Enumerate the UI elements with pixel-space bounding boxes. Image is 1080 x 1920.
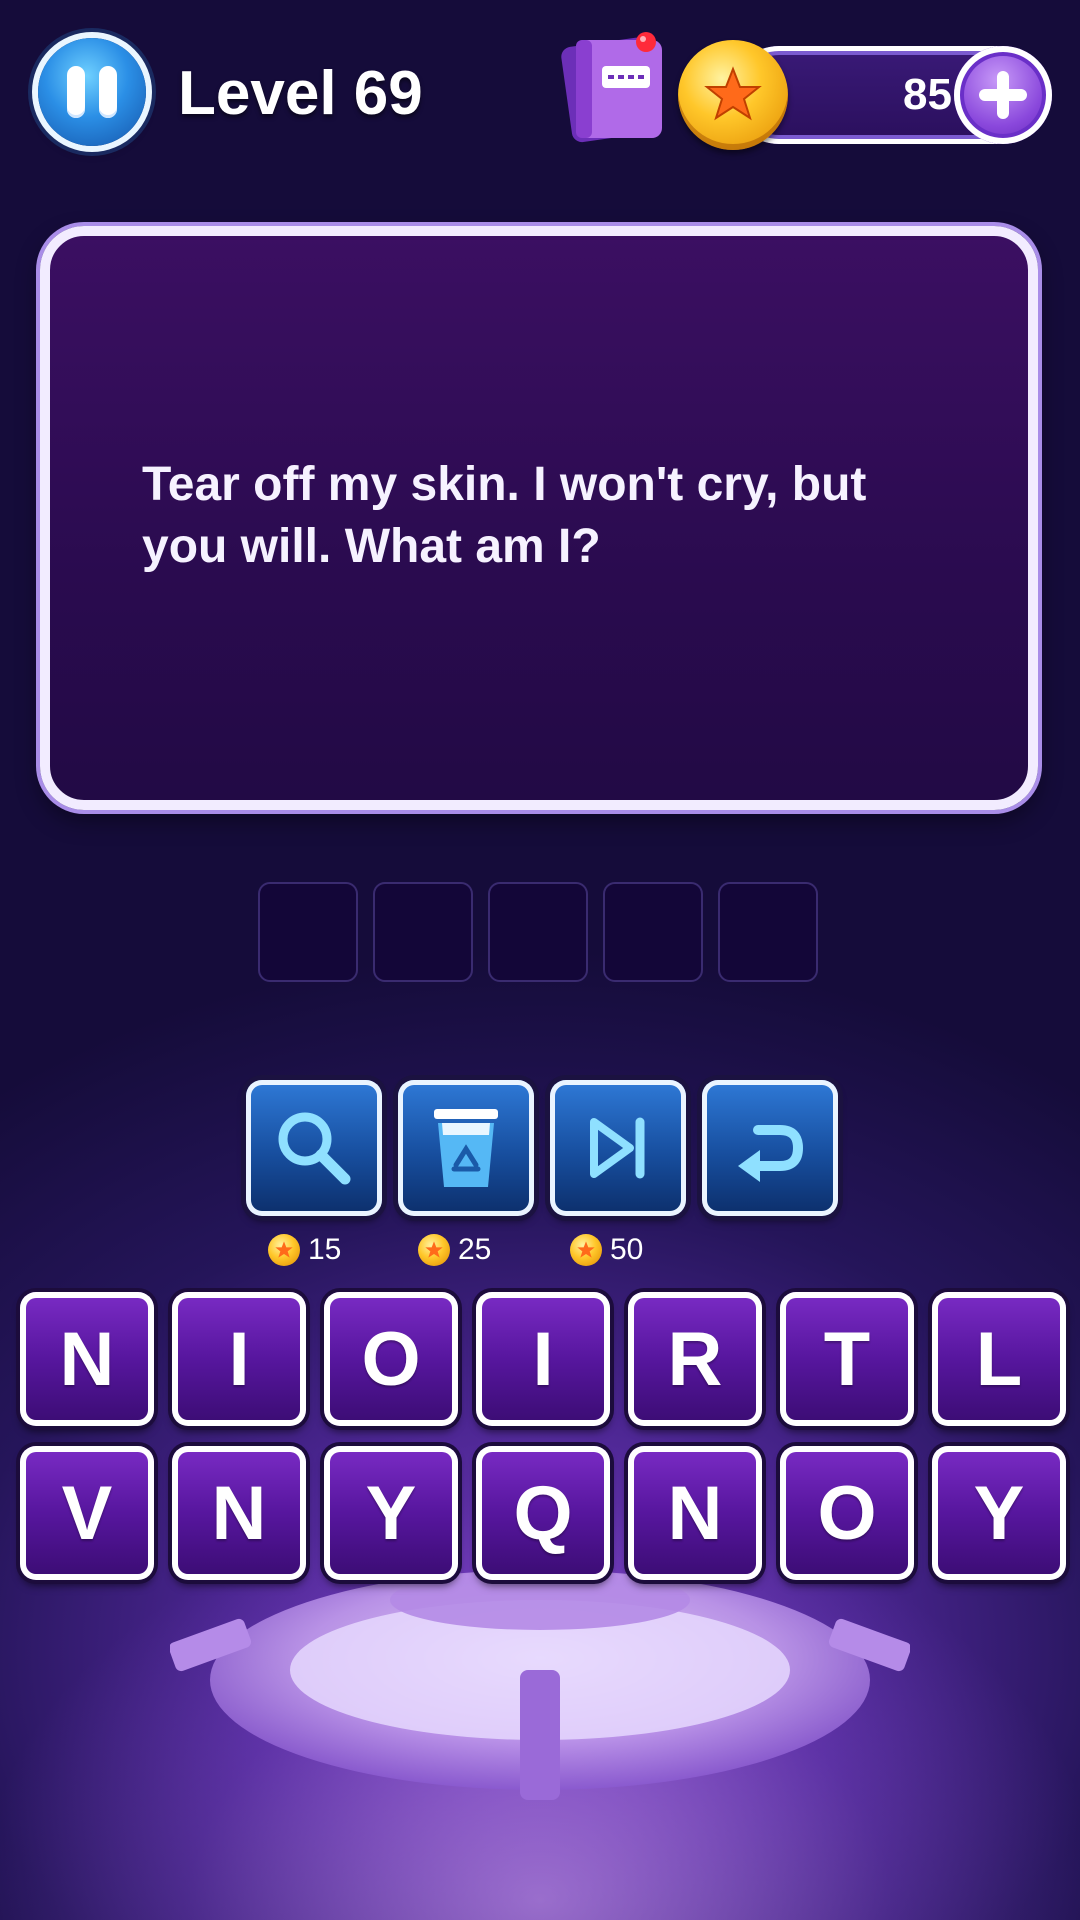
letter-tile[interactable]: L — [932, 1292, 1066, 1426]
letter-tile[interactable]: I — [172, 1292, 306, 1426]
letter-tile[interactable]: T — [780, 1292, 914, 1426]
coin-balance: 85 — [678, 40, 1052, 150]
letter-tile[interactable]: N — [628, 1446, 762, 1580]
letter-tile[interactable]: Y — [324, 1446, 458, 1580]
tool-bar — [246, 1080, 838, 1224]
letter-tile[interactable]: O — [324, 1292, 458, 1426]
coin-count: 85 — [903, 70, 952, 119]
answer-slot[interactable] — [718, 882, 818, 982]
coin-icon — [570, 1234, 602, 1266]
hint-magnifier-button[interactable] — [246, 1080, 382, 1216]
riddle-text: Tear off my skin. I won't cry, but you w… — [142, 458, 867, 573]
answer-slot[interactable] — [258, 882, 358, 982]
add-coins-button[interactable] — [954, 46, 1052, 144]
letter-tile[interactable]: I — [476, 1292, 610, 1426]
magnifier-cost: 15 — [268, 1232, 341, 1268]
answer-slot[interactable] — [603, 882, 703, 982]
magnifier-icon — [278, 1112, 351, 1185]
undo-icon — [738, 1125, 804, 1182]
pause-icon — [67, 66, 85, 118]
letter-tile[interactable]: O — [780, 1446, 914, 1580]
recycle-bin-icon — [434, 1109, 498, 1187]
answer-slot[interactable] — [488, 882, 588, 982]
letter-tile[interactable]: V — [20, 1446, 154, 1580]
letter-tile[interactable]: Q — [476, 1446, 610, 1580]
cost-value: 50 — [610, 1233, 644, 1266]
level-label: Level 69 — [178, 59, 423, 128]
coin-icon — [678, 40, 788, 150]
cost-value: 15 — [308, 1233, 342, 1266]
pause-button[interactable] — [38, 38, 146, 146]
skip-level-button[interactable] — [550, 1080, 686, 1216]
book-icon[interactable] — [558, 28, 670, 146]
letter-tile[interactable]: R — [628, 1292, 762, 1426]
platform-decoration — [170, 1570, 910, 1800]
cost-value: 25 — [458, 1233, 492, 1266]
coin-icon — [268, 1234, 300, 1266]
skip-forward-icon — [590, 1117, 645, 1179]
answer-slot[interactable] — [373, 882, 473, 982]
riddle-card: Tear off my skin. I won't cry, but you w… — [40, 226, 1038, 810]
letter-tile[interactable]: Y — [932, 1446, 1066, 1580]
letter-tile[interactable]: N — [20, 1292, 154, 1426]
remove-letters-cost: 25 — [418, 1232, 491, 1268]
coin-icon — [418, 1234, 450, 1266]
answer-slots — [258, 882, 824, 986]
undo-button[interactable] — [702, 1080, 838, 1216]
remove-letters-button[interactable] — [398, 1080, 534, 1216]
letter-tile[interactable]: N — [172, 1446, 306, 1580]
skip-level-cost: 50 — [570, 1232, 643, 1268]
